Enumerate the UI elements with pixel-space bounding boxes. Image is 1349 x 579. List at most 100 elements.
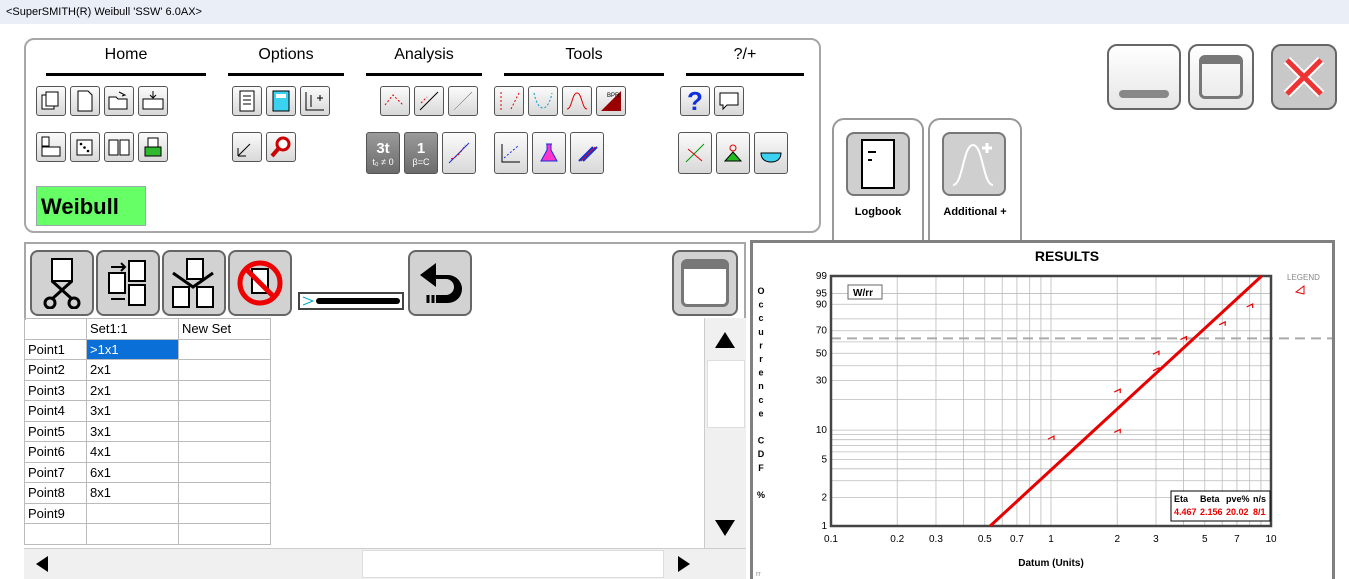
- print-icon[interactable]: [138, 132, 168, 162]
- grid-cell[interactable]: [86, 523, 179, 545]
- grid-cell[interactable]: [86, 502, 179, 524]
- tab-logbook[interactable]: Logbook: [832, 118, 924, 241]
- menu-tools[interactable]: Tools: [504, 46, 664, 76]
- y-axis-label-char: r: [759, 340, 763, 350]
- report-icon[interactable]: [232, 86, 262, 116]
- bathtub-icon[interactable]: [754, 132, 788, 174]
- scale-icon[interactable]: [300, 86, 330, 116]
- calculator-icon[interactable]: [266, 86, 296, 116]
- results-header: n/s: [1253, 494, 1266, 504]
- row-header[interactable]: Point9: [24, 502, 87, 524]
- grid-cell[interactable]: 8x1: [86, 482, 179, 504]
- grid-cell[interactable]: [178, 441, 271, 463]
- scroll-left-icon[interactable]: [28, 549, 58, 579]
- grid-cell[interactable]: [178, 482, 271, 504]
- three-param-button[interactable]: 3t t₀ ≠ 0: [366, 132, 400, 174]
- grid-cell[interactable]: 6x1: [86, 461, 179, 483]
- grid-cell[interactable]: [178, 461, 271, 483]
- sort-data-icon[interactable]: [494, 86, 524, 116]
- grid-cell[interactable]: 2x1: [86, 379, 179, 401]
- y-tick-label: 70: [816, 326, 828, 337]
- window-icon: [681, 259, 729, 307]
- corner-cell[interactable]: [24, 318, 87, 340]
- maximize-button[interactable]: [1188, 44, 1254, 110]
- column-header-set1[interactable]: Set1:1: [86, 318, 179, 340]
- clear-button[interactable]: [228, 250, 292, 316]
- book-icon[interactable]: [104, 132, 134, 162]
- bpr-icon[interactable]: BPR: [596, 86, 626, 116]
- new-file-icon[interactable]: [70, 86, 100, 116]
- pdf-curve-icon[interactable]: [562, 86, 592, 116]
- paste-swap-button[interactable]: [96, 250, 160, 316]
- grid-cell[interactable]: 3x1: [86, 400, 179, 422]
- bpr-text: BPR: [607, 93, 620, 99]
- fixed-beta-button[interactable]: 1 β=C: [404, 132, 438, 174]
- grid-cell[interactable]: [178, 338, 271, 360]
- grid-cell[interactable]: [178, 420, 271, 442]
- row-header[interactable]: Point3: [24, 379, 87, 401]
- row-header[interactable]: Point8: [24, 482, 87, 504]
- ff-tm-icon[interactable]: [678, 132, 712, 174]
- minimize-button[interactable]: [1107, 44, 1181, 110]
- merge-button[interactable]: [162, 250, 226, 316]
- grid-cell[interactable]: [178, 400, 271, 422]
- help-icon[interactable]: ?: [680, 86, 710, 116]
- scroll-up-icon[interactable]: [705, 320, 745, 360]
- transform-icon[interactable]: [232, 132, 262, 162]
- row-header[interactable]: Point4: [24, 400, 87, 422]
- dice-icon[interactable]: [70, 132, 100, 162]
- grid-cell[interactable]: >1x1: [86, 338, 179, 360]
- column-header-new-set[interactable]: New Set: [178, 318, 271, 340]
- horizontal-scrollbar[interactable]: [24, 548, 746, 579]
- y-tick-label: 5: [821, 454, 827, 465]
- bounds-icon[interactable]: [494, 132, 528, 174]
- menu-home[interactable]: Home: [46, 46, 206, 76]
- magnifier-icon[interactable]: [266, 132, 296, 162]
- grid-cell[interactable]: 2x1: [86, 359, 179, 381]
- scroll-right-icon[interactable]: [668, 549, 698, 579]
- line-fit-icon[interactable]: [448, 86, 478, 116]
- row-header[interactable]: Point5: [24, 420, 87, 442]
- menu-help[interactable]: ?/+: [686, 46, 804, 76]
- scroll-down-icon[interactable]: [705, 508, 745, 548]
- x-tick-label: 0.2: [890, 534, 904, 545]
- save-folder-icon[interactable]: [138, 86, 168, 116]
- close-button[interactable]: [1271, 44, 1337, 110]
- weibull-plot: RESULTS 0.1 0.2 0.3 0.5 0.7 1 2 3 5 7 10 1 2 5 10 30 50 70…: [756, 248, 1332, 578]
- row-header[interactable]: Point6: [24, 441, 87, 463]
- vertical-scrollbar[interactable]: [704, 318, 746, 548]
- grid-cell[interactable]: [178, 379, 271, 401]
- table-row: Point9: [24, 502, 271, 524]
- open-files-icon[interactable]: [36, 86, 66, 116]
- table-row: Point7 6x1: [24, 461, 271, 483]
- tab-additional[interactable]: Additional +: [928, 118, 1022, 241]
- cut-button[interactable]: [30, 250, 94, 316]
- ff-tree-icon[interactable]: [716, 132, 750, 174]
- curved-fit-icon[interactable]: [442, 132, 476, 174]
- grid-cell[interactable]: [178, 523, 271, 545]
- distribution-icon[interactable]: [528, 86, 558, 116]
- row-header[interactable]: Point7: [24, 461, 87, 483]
- fit-line: [989, 274, 1263, 528]
- h-scroll-thumb[interactable]: [362, 550, 664, 578]
- scroll-thumb[interactable]: [707, 360, 745, 428]
- menu-options[interactable]: Options: [228, 46, 344, 76]
- expand-grid-button[interactable]: [672, 250, 738, 316]
- import-data-icon[interactable]: [36, 132, 66, 162]
- grid-cell[interactable]: [178, 359, 271, 381]
- y-axis-label-char: n: [758, 381, 764, 391]
- menu-analysis[interactable]: Analysis: [366, 46, 482, 76]
- row-header[interactable]: [24, 523, 87, 545]
- row-header[interactable]: Point2: [24, 359, 87, 381]
- undo-button[interactable]: [408, 250, 472, 316]
- comment-icon[interactable]: [714, 86, 744, 116]
- flask-icon[interactable]: [532, 132, 566, 174]
- regression-icon[interactable]: [414, 86, 444, 116]
- row-header[interactable]: Point1: [24, 338, 87, 360]
- compare-icon[interactable]: [570, 132, 604, 174]
- open-folder-icon[interactable]: [104, 86, 134, 116]
- curve-fit-icon[interactable]: [380, 86, 410, 116]
- grid-cell[interactable]: 3x1: [86, 420, 179, 442]
- grid-cell[interactable]: 4x1: [86, 441, 179, 463]
- grid-cell[interactable]: [178, 502, 271, 524]
